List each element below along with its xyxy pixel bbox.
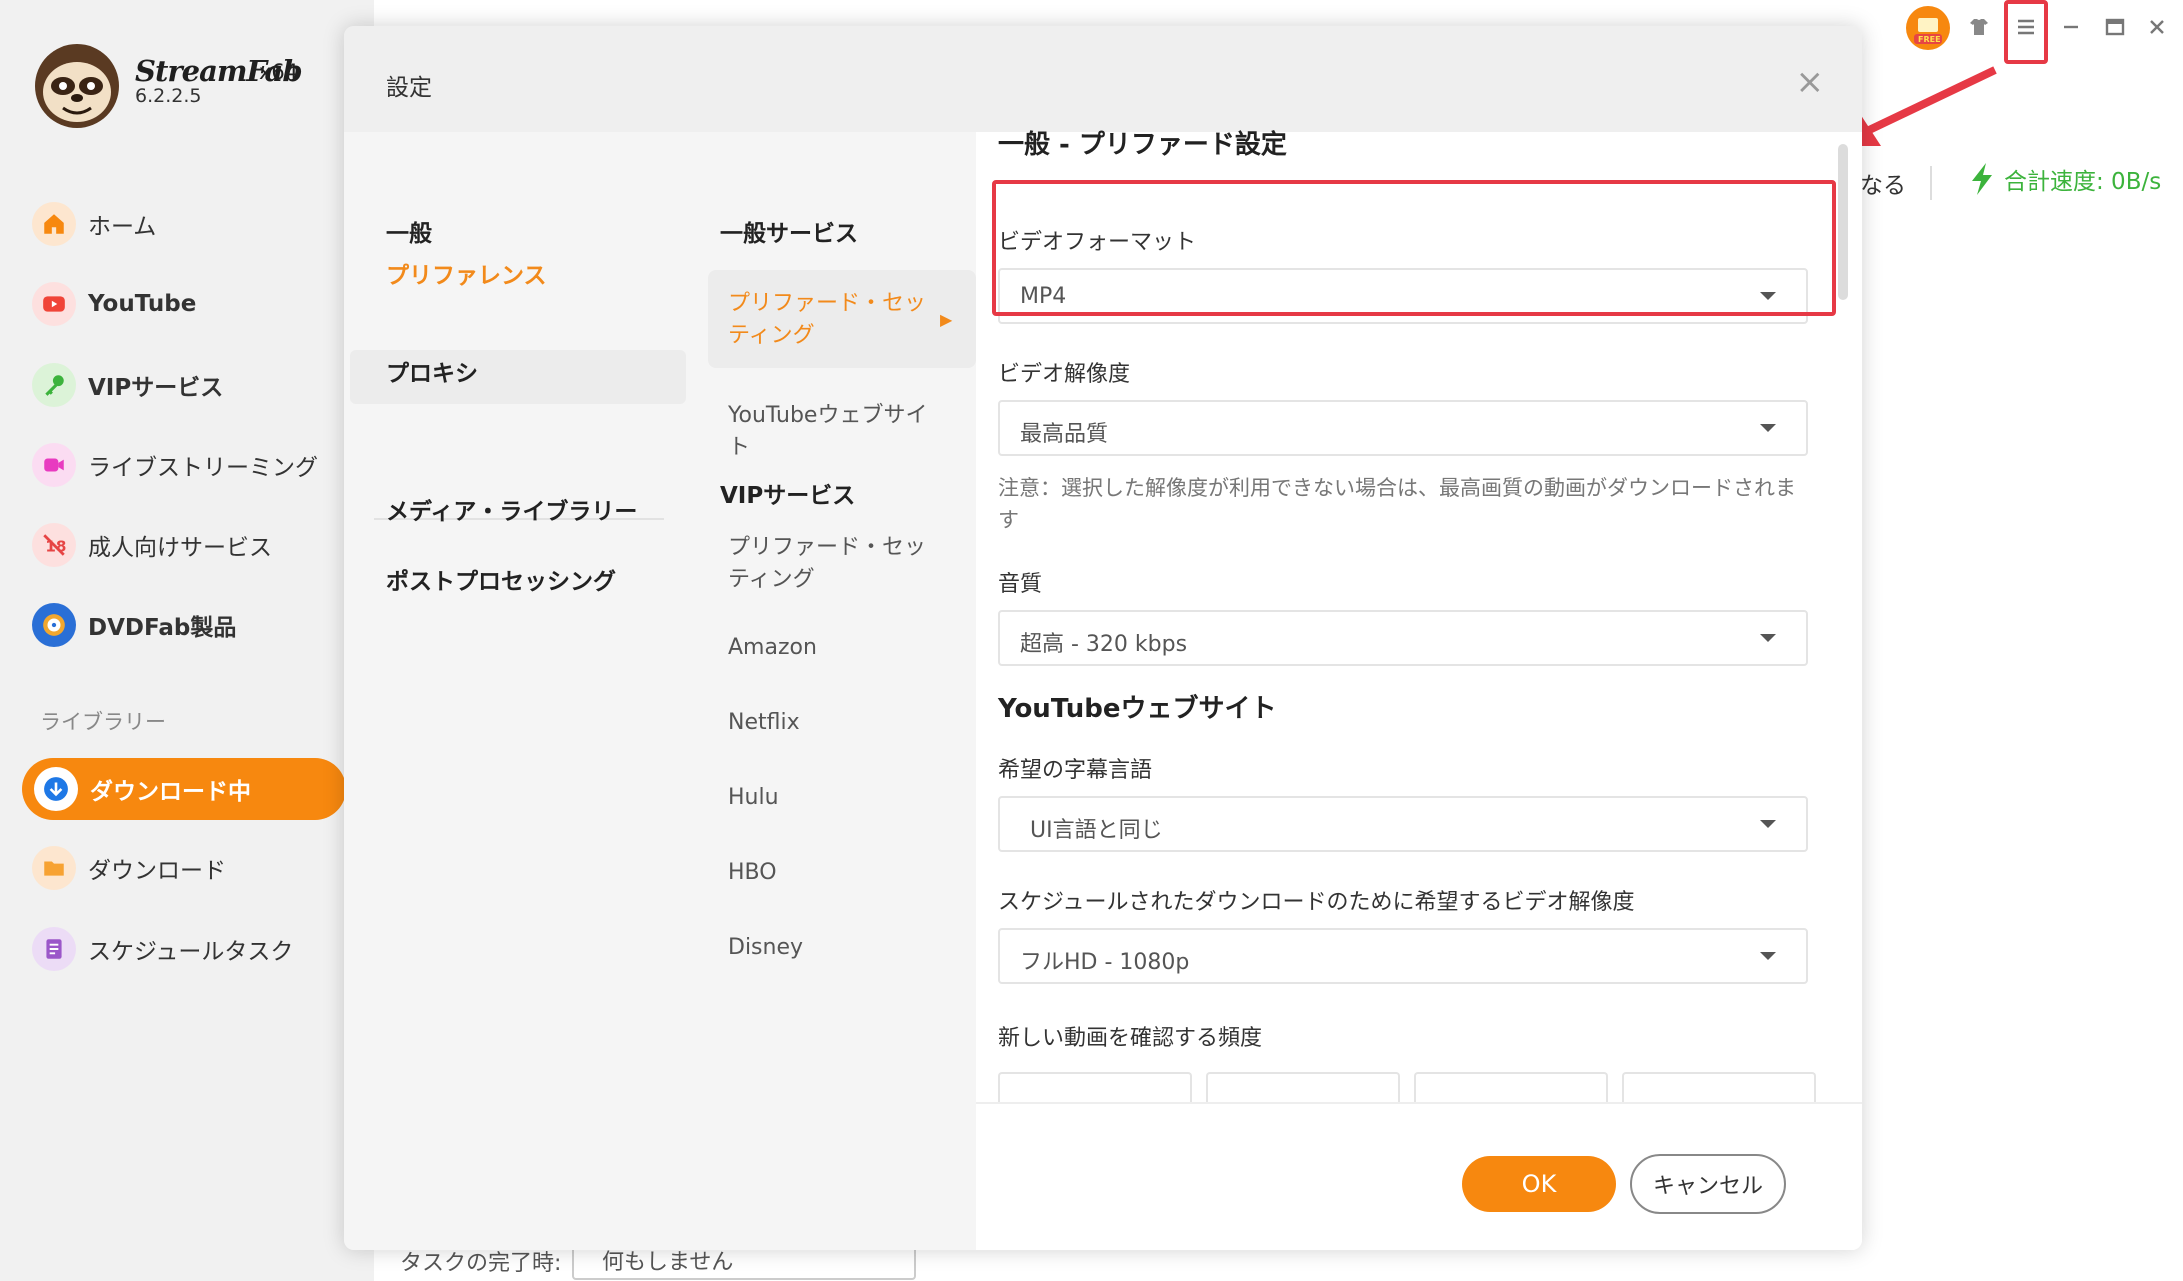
vip-preferred-settings[interactable]: プリファード・セッティング [728, 532, 928, 596]
frequency-option[interactable] [1622, 1072, 1816, 1102]
subtitle-language-label: 希望の字幕言語 [998, 758, 1153, 783]
status-divider [1930, 166, 1932, 200]
content-title: 一般 - プリファード設定 [998, 130, 1287, 160]
status-partial-text: なる [1860, 173, 1906, 199]
preferred-settings-label[interactable]: プリファード・セッティング [728, 288, 928, 352]
download-icon [34, 767, 78, 811]
sidebar-item-label: 成人向けサービス [88, 535, 272, 561]
frequency-option[interactable] [1206, 1072, 1400, 1102]
home-icon [32, 202, 76, 246]
sidebar-item-label: ホーム [88, 214, 157, 240]
audio-quality-label: 音質 [998, 572, 1043, 597]
maximize-icon[interactable] [2098, 10, 2132, 44]
content-scrollbar[interactable] [1838, 144, 1848, 300]
frequency-options [998, 1072, 1816, 1102]
category-preference[interactable]: プリファレンス [386, 256, 547, 290]
vip-hulu[interactable]: Hulu [728, 782, 928, 814]
total-speed: 合計速度: 0B/s [1968, 162, 2161, 196]
app-sidebar: StreamFab x64 6.2.2.5 ホーム YouTube VIPサービ… [0, 0, 374, 1281]
resolution-select[interactable]: 最高品質 [998, 400, 1808, 456]
sidebar-item-schedule[interactable]: スケジュールタスク [32, 921, 293, 977]
sidebar-item-downloaded[interactable]: ダウンロード [32, 840, 226, 896]
dialog-footer: OK キャンセル [976, 1102, 1862, 1250]
frequency-option[interactable] [1414, 1072, 1608, 1102]
dialog-title: 設定 [386, 75, 432, 101]
sidebar-item-label: スケジュールタスク [88, 939, 294, 965]
schedule-resolution-label: スケジュールされたダウンロードのために希望するビデオ解像度 [998, 890, 1635, 915]
caret-down-icon [1760, 634, 1776, 642]
select-value: UI言語と同じ [1030, 818, 1163, 843]
dialog-close-icon[interactable]: × [1796, 62, 1825, 102]
sidebar-item-downloading[interactable]: ダウンロード中 [22, 758, 346, 820]
chevron-right-icon: ▶ [940, 310, 953, 329]
menu-highlight-box [2004, 0, 2048, 64]
skin-icon[interactable] [1962, 10, 1996, 44]
sidebar-item-label: DVDFab製品 [88, 615, 237, 641]
audio-quality-select[interactable]: 超高 - 320 kbps [998, 610, 1808, 666]
select-value: フルHD - 1080p [1020, 950, 1190, 975]
sidebar-item-label: ダウンロード中 [90, 779, 251, 805]
close-window-icon[interactable] [2140, 10, 2174, 44]
caret-down-icon [1760, 952, 1776, 960]
subtitle-language-select[interactable]: UI言語と同じ [998, 796, 1808, 852]
cancel-button[interactable]: キャンセル [1630, 1154, 1786, 1214]
dialog-header: 設定 × [344, 26, 1862, 132]
settings-category-list: 一般 プリファレンス プロキシ メディア・ライブラリー ポストプロセッシング [344, 132, 698, 1250]
youtube-website-item[interactable]: YouTubeウェブサイト [728, 400, 928, 464]
youtube-icon [32, 282, 76, 326]
category-proxy[interactable]: プロキシ [386, 354, 478, 388]
task-icon [32, 927, 76, 971]
check-frequency-label: 新しい動画を確認する頻度 [998, 1026, 1263, 1051]
frequency-option[interactable] [998, 1072, 1192, 1102]
streamfab-logo [35, 44, 119, 128]
resolution-label: ビデオ解像度 [998, 362, 1131, 387]
minimize-icon[interactable] [2054, 10, 2088, 44]
lightning-icon [1972, 163, 1992, 195]
vip-netflix[interactable]: Netflix [728, 707, 928, 739]
youtube-section-heading: YouTubeウェブサイト [998, 694, 1277, 724]
speed-label: 合計速度: 0B/s [2004, 169, 2162, 195]
vip-hbo[interactable]: HBO [728, 857, 928, 889]
select-value: 超高 - 320 kbps [1020, 632, 1188, 657]
key-icon [32, 363, 76, 407]
camera-icon [32, 443, 76, 487]
caret-down-icon [1760, 820, 1776, 828]
category-media-library[interactable]: メディア・ライブラリー [386, 492, 637, 526]
caret-down-icon [1760, 424, 1776, 432]
sidebar-item-vip[interactable]: VIPサービス [32, 357, 223, 413]
general-services-heading: 一般サービス [720, 221, 858, 247]
ok-button[interactable]: OK [1462, 1156, 1616, 1212]
free-gift-icon[interactable]: FREE [1904, 4, 1952, 52]
svg-text:FREE: FREE [1918, 35, 1941, 44]
folder-icon [32, 846, 76, 890]
category-post-processing[interactable]: ポストプロセッシング [386, 562, 616, 596]
sidebar-item-label: VIPサービス [88, 375, 224, 401]
adult-icon: 18 [32, 523, 76, 567]
sidebar-item-dvdfab[interactable]: DVDFab製品 [32, 597, 236, 653]
category-general[interactable]: 一般 [386, 214, 432, 248]
sidebar-item-home[interactable]: ホーム [32, 196, 156, 252]
vip-disney[interactable]: Disney [728, 932, 928, 964]
video-format-highlight-box [992, 180, 1836, 316]
vip-services-heading: VIPサービス [720, 483, 856, 509]
version-label: 6.2.2.5 [135, 85, 202, 107]
resolution-note: 注意：選択した解像度が利用できない場合は、最高画質の動画がダウンロードされます [998, 476, 1796, 532]
library-section-label: ライブラリー [40, 710, 166, 734]
sidebar-item-label: ダウンロード [88, 858, 226, 884]
sidebar-item-youtube[interactable]: YouTube [32, 276, 196, 332]
select-value: 最高品質 [1020, 422, 1109, 447]
sidebar-item-label: YouTube [88, 291, 197, 317]
sidebar-item-live[interactable]: ライブストリーミング [32, 437, 318, 493]
schedule-resolution-select[interactable]: フルHD - 1080p [998, 928, 1808, 984]
dvdfab-icon [32, 603, 76, 647]
sidebar-item-label: ライブストリーミング [88, 455, 318, 481]
sidebar-item-adult[interactable]: 18 成人向けサービス [32, 517, 272, 573]
arch-label: x64 [259, 60, 299, 84]
vip-amazon[interactable]: Amazon [728, 632, 928, 664]
